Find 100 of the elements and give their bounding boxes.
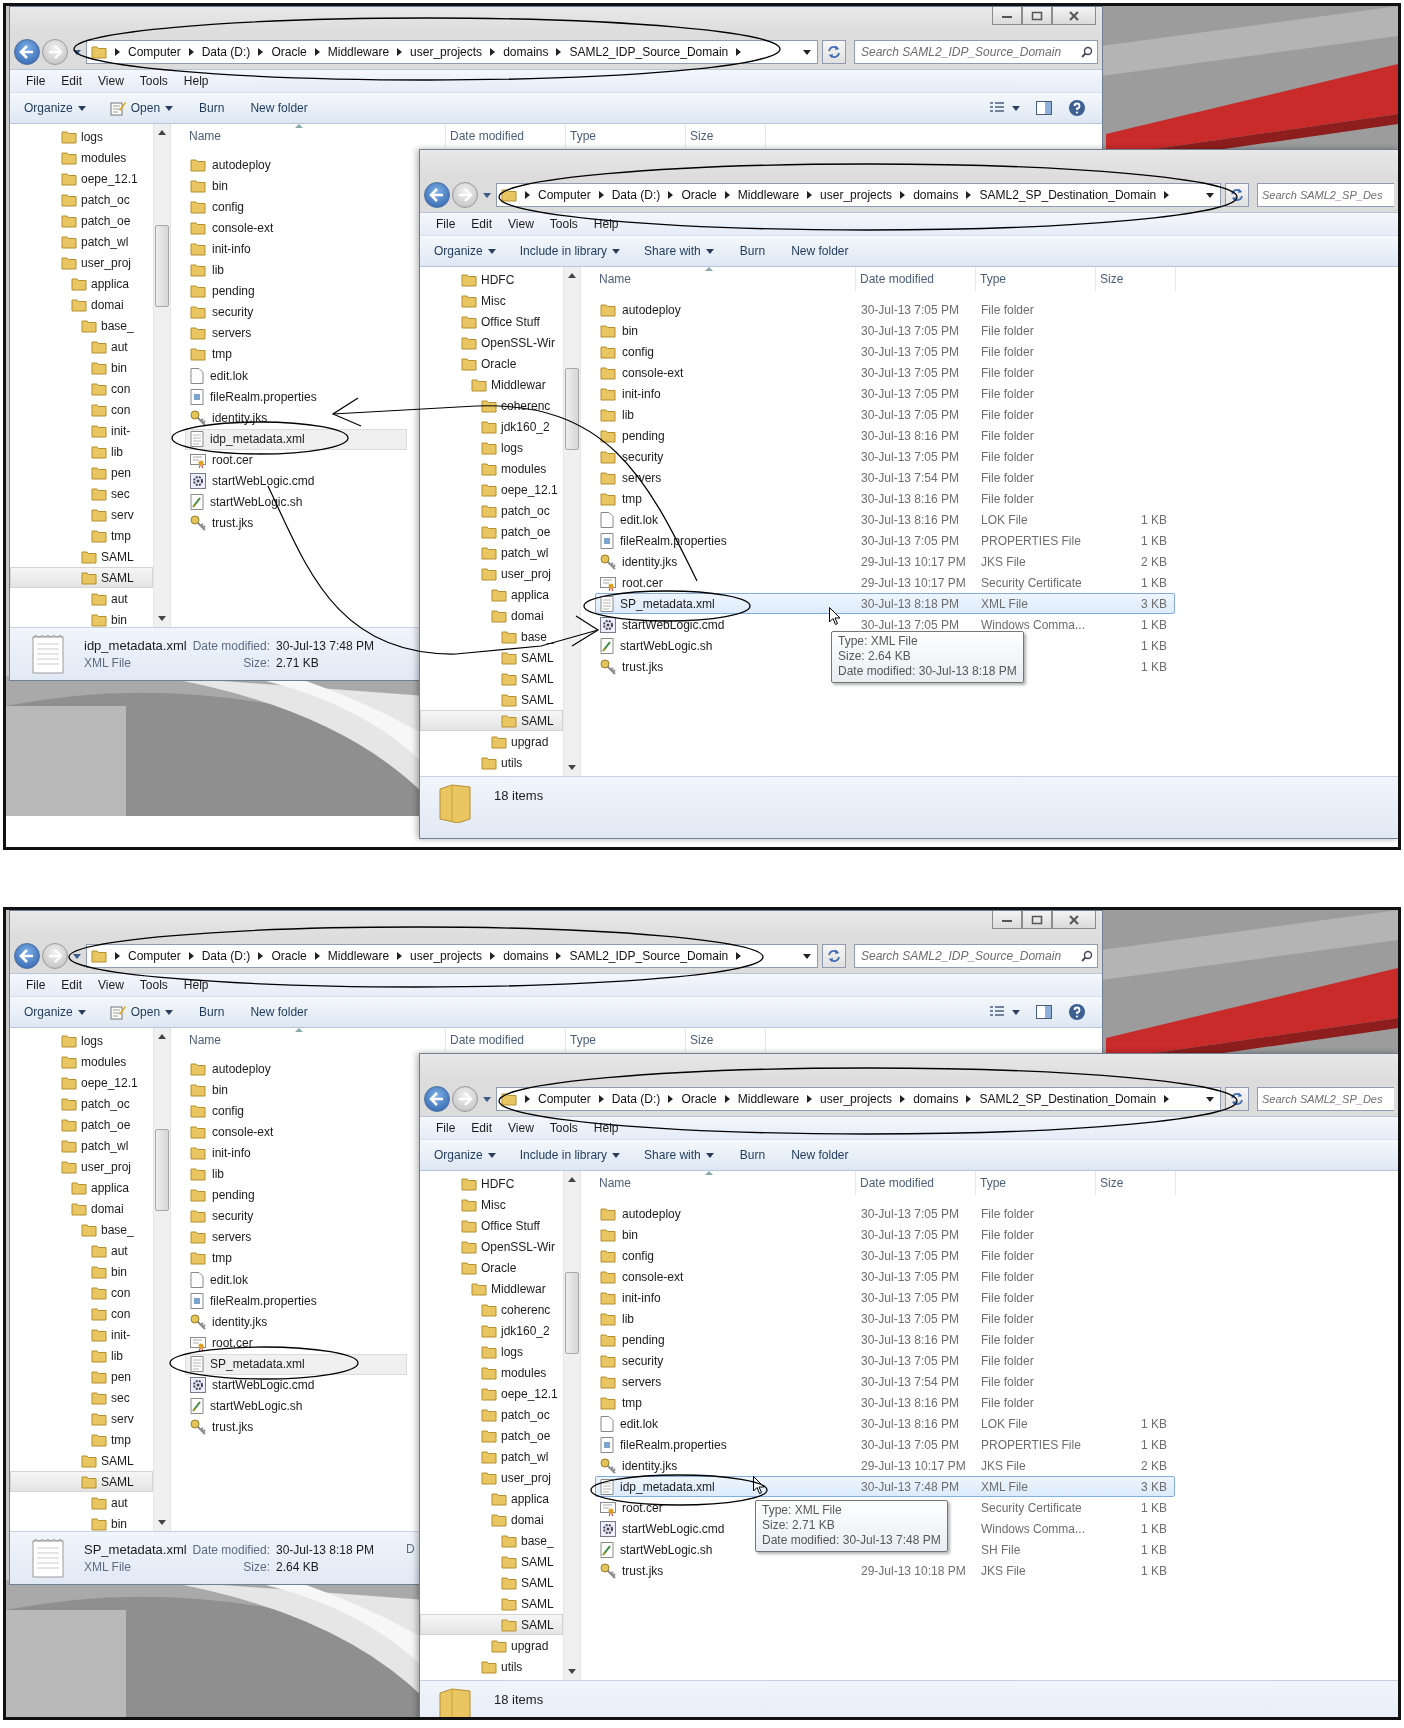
- chevron-icon[interactable]: [556, 952, 562, 960]
- file-name[interactable]: pending: [212, 283, 255, 298]
- breadcrumb-item[interactable]: Computer: [128, 949, 181, 963]
- nav-item[interactable]: Office Stuff: [420, 311, 563, 332]
- menu-item[interactable]: Edit: [463, 1121, 501, 1135]
- toolbar-button[interactable]: New folder: [781, 1145, 859, 1165]
- nav-item[interactable]: aut: [10, 1492, 153, 1513]
- scroll-up-arrow-icon[interactable]: [568, 273, 576, 278]
- nav-item[interactable]: patch_wl: [420, 1446, 563, 1467]
- toolbar-button[interactable]: Share with: [636, 1145, 724, 1165]
- nav-item[interactable]: user_proj: [420, 563, 563, 584]
- scrollbar-thumb[interactable]: [565, 1272, 579, 1354]
- nav-item[interactable]: SAML: [420, 1572, 563, 1593]
- chevron-icon[interactable]: [188, 48, 194, 56]
- chevron-icon[interactable]: [314, 952, 320, 960]
- nav-item[interactable]: lib: [10, 1345, 153, 1366]
- column-header[interactable]: Date modified: [856, 267, 976, 291]
- nav-item[interactable]: init-: [10, 420, 153, 441]
- nav-item[interactable]: serv: [10, 504, 153, 525]
- search-field[interactable]: Search SAML2_IDP_Source_Domain: [854, 944, 1098, 968]
- breadcrumb-item[interactable]: Middleware: [327, 949, 390, 963]
- nav-item[interactable]: Middlewar: [420, 374, 563, 395]
- breadcrumb-item[interactable]: SAML2_IDP_Source_Domain: [569, 949, 729, 963]
- breadcrumb-item[interactable]: Oracle: [271, 45, 307, 59]
- toolbar-button[interactable]: Open: [101, 1001, 184, 1023]
- nav-item[interactable]: init-: [10, 1324, 153, 1345]
- address-bar[interactable]: Computer Data (D:) Oracle Middleware user_projects domains SAML2_SP_Destination_Domain: [496, 183, 1221, 207]
- breadcrumb-item[interactable]: Oracle: [681, 188, 717, 202]
- nav-item[interactable]: bin: [10, 1513, 153, 1531]
- file-name[interactable]: security: [212, 304, 254, 319]
- file-name[interactable]: init-info: [622, 386, 661, 401]
- file-row[interactable]: SP_metadata.xml: [185, 1354, 407, 1375]
- nav-item[interactable]: modules: [420, 1362, 563, 1383]
- chevron-icon[interactable]: [966, 191, 972, 199]
- scroll-down-arrow-icon[interactable]: [158, 616, 166, 621]
- file-name[interactable]: trust.jks: [212, 1419, 254, 1434]
- chevron-icon[interactable]: [598, 1095, 604, 1103]
- preview-pane-button[interactable]: [1034, 99, 1054, 117]
- nav-item[interactable]: utils: [420, 1656, 563, 1677]
- column-header[interactable]: Type: [566, 124, 686, 148]
- nav-item[interactable]: con: [10, 1303, 153, 1324]
- file-name[interactable]: root.cer: [212, 1335, 253, 1350]
- file-name[interactable]: identity.jks: [212, 1314, 268, 1329]
- refresh-button[interactable]: [1225, 1087, 1249, 1111]
- file-name[interactable]: console-ext: [212, 220, 274, 235]
- chevron-icon[interactable]: [736, 952, 742, 960]
- nav-item[interactable]: oepe_12.1: [420, 479, 563, 500]
- address-bar[interactable]: Computer Data (D:) Oracle Middleware user_projects domains SAML2_SP_Destination_Domain: [496, 1087, 1221, 1111]
- nav-item[interactable]: SAML: [420, 710, 563, 731]
- close-button[interactable]: [1052, 911, 1096, 929]
- file-name[interactable]: startWebLogic.cmd: [622, 617, 725, 632]
- toolbar-button[interactable]: Burn: [729, 1145, 776, 1165]
- chevron-icon[interactable]: [115, 952, 120, 960]
- chevron-icon[interactable]: [188, 952, 194, 960]
- breadcrumb-item[interactable]: SAML2_SP_Destination_Domain: [979, 1092, 1157, 1106]
- toolbar-button[interactable]: Organize: [16, 1002, 96, 1022]
- scrollbar[interactable]: [153, 124, 170, 627]
- nav-item[interactable]: patch_wl: [420, 542, 563, 563]
- file-name[interactable]: trust.jks: [622, 1563, 664, 1578]
- chevron-icon[interactable]: [490, 48, 496, 56]
- column-header[interactable]: Date modified: [446, 124, 566, 148]
- toolbar-button[interactable]: New folder: [240, 1002, 318, 1022]
- nav-item[interactable]: patch_oe: [420, 521, 563, 542]
- nav-item[interactable]: applica: [420, 1488, 563, 1509]
- nav-item[interactable]: patch_oc: [10, 189, 153, 210]
- toolbar-button[interactable]: Burn: [729, 241, 776, 261]
- file-name[interactable]: root.cer: [622, 1500, 663, 1515]
- maximize-button[interactable]: [1022, 911, 1052, 929]
- nav-item[interactable]: SAML: [10, 1450, 153, 1471]
- minimize-button[interactable]: [992, 911, 1022, 929]
- column-header[interactable]: Date modified: [856, 1171, 976, 1195]
- file-name[interactable]: root.cer: [212, 452, 253, 467]
- file-name[interactable]: startWebLogic.cmd: [212, 1377, 315, 1392]
- breadcrumb-item[interactable]: Middleware: [737, 1092, 800, 1106]
- refresh-button[interactable]: [1225, 183, 1249, 207]
- file-name[interactable]: config: [622, 1248, 655, 1263]
- menu-item[interactable]: View: [500, 1121, 542, 1135]
- chevron-icon[interactable]: [258, 952, 264, 960]
- file-name[interactable]: tmp: [212, 1250, 232, 1265]
- column-header[interactable]: Type: [976, 1171, 1096, 1195]
- nav-item[interactable]: coherenc: [420, 1299, 563, 1320]
- caret-icon[interactable]: [1206, 1096, 1214, 1102]
- menu-item[interactable]: Tools: [131, 978, 176, 992]
- nav-item[interactable]: patch_wl: [10, 231, 153, 252]
- menu-item[interactable]: File: [428, 1121, 464, 1135]
- file-name[interactable]: bin: [622, 323, 638, 338]
- toolbar-button[interactable]: New folder: [781, 241, 859, 261]
- file-name[interactable]: fileRealm.properties: [620, 1437, 727, 1452]
- menu-item[interactable]: File: [18, 978, 54, 992]
- nav-item[interactable]: Misc: [420, 1194, 563, 1215]
- toolbar-button[interactable]: Open: [101, 97, 184, 119]
- column-header[interactable]: Date modified: [446, 1028, 566, 1052]
- nav-item[interactable]: user_proj: [10, 252, 153, 273]
- nav-item[interactable]: pen: [10, 1366, 153, 1387]
- nav-item[interactable]: Misc: [420, 290, 563, 311]
- chevron-icon[interactable]: [397, 952, 403, 960]
- file-name[interactable]: pending: [622, 428, 665, 443]
- scrollbar-thumb[interactable]: [155, 225, 169, 307]
- nav-item[interactable]: applica: [10, 1177, 153, 1198]
- file-name[interactable]: trust.jks: [622, 659, 664, 674]
